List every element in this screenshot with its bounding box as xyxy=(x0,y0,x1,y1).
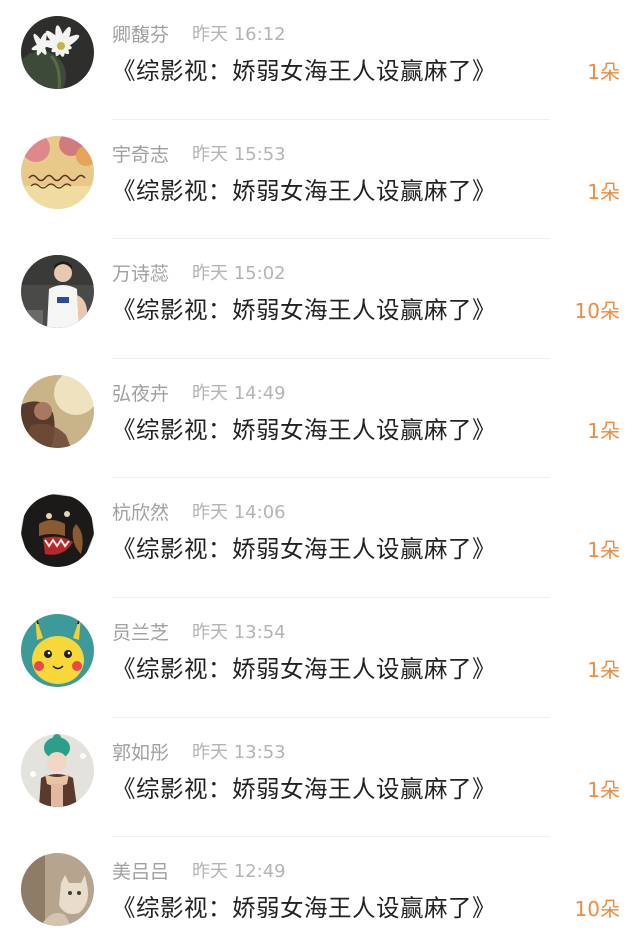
flower-count: 1朵 xyxy=(587,418,620,443)
handwriting-flowers-avatar[interactable] xyxy=(21,135,94,209)
book-title[interactable]: 《综影视：娇弱女海王人设赢麻了》 xyxy=(112,55,496,87)
timestamp: 昨天 14:49 xyxy=(192,382,286,404)
list-item[interactable]: 杭欣然 昨天 14:06 《综影视：娇弱女海王人设赢麻了》 1朵 xyxy=(0,478,640,598)
list-item[interactable]: 郭如彤 昨天 13:53 《综影视：娇弱女海王人设赢麻了》 1朵 xyxy=(0,718,640,838)
flower-count: 10朵 xyxy=(574,299,620,324)
user-name[interactable]: 弘夜卉 xyxy=(112,382,169,406)
book-title[interactable]: 《综影视：娇弱女海王人设赢麻了》 xyxy=(112,175,496,207)
timestamp: 昨天 13:53 xyxy=(192,741,286,763)
sepia-girl-avatar[interactable] xyxy=(21,374,94,448)
flower-count: 1朵 xyxy=(587,179,620,204)
list-item[interactable]: 弘夜卉 昨天 14:49 《综影视：娇弱女海王人设赢麻了》 1朵 xyxy=(0,359,640,479)
daisy-flower-avatar[interactable] xyxy=(21,16,94,89)
user-name[interactable]: 员兰芝 xyxy=(112,621,169,645)
timestamp: 昨天 12:49 xyxy=(192,861,286,883)
user-name[interactable]: 万诗蕊 xyxy=(112,262,169,286)
gift-list: 卿馥芬 昨天 16:12 《综影视：娇弱女海王人设赢麻了》 1朵 宇奇志 昨天 … xyxy=(0,0,640,951)
book-title[interactable]: 《综影视：娇弱女海王人设赢麻了》 xyxy=(112,773,496,805)
list-item[interactable]: 万诗蕊 昨天 15:02 《综影视：娇弱女海王人设赢麻了》 10朵 xyxy=(0,239,640,359)
user-name[interactable]: 郭如彤 xyxy=(112,741,169,765)
flower-count: 1朵 xyxy=(587,538,620,563)
basketball-boy-avatar[interactable] xyxy=(21,255,94,329)
book-title[interactable]: 《综影视：娇弱女海王人设赢麻了》 xyxy=(112,294,496,326)
user-name[interactable]: 宇奇志 xyxy=(112,143,169,167)
timestamp: 昨天 15:02 xyxy=(192,263,286,285)
winter-girl-avatar[interactable] xyxy=(21,733,94,807)
flower-count: 1朵 xyxy=(587,657,620,682)
user-name[interactable]: 杭欣然 xyxy=(112,501,169,525)
list-item[interactable]: 卿馥芬 昨天 16:12 《综影视：娇弱女海王人设赢麻了》 1朵 xyxy=(0,0,640,120)
timestamp: 昨天 13:54 xyxy=(192,621,286,643)
book-title[interactable]: 《综影视：娇弱女海王人设赢麻了》 xyxy=(112,653,496,685)
list-item[interactable]: 宇奇志 昨天 15:53 《综影视：娇弱女海王人设赢麻了》 1朵 xyxy=(0,120,640,240)
beige-toy-avatar[interactable] xyxy=(21,853,94,927)
flower-count: 1朵 xyxy=(587,777,620,802)
flower-count: 10朵 xyxy=(574,897,620,922)
timestamp: 昨天 14:06 xyxy=(192,502,286,524)
flower-count: 1朵 xyxy=(587,60,620,84)
timestamp: 昨天 15:53 xyxy=(192,143,286,165)
barking-dog-avatar[interactable] xyxy=(21,494,94,568)
list-item[interactable]: 美吕吕 昨天 12:49 《综影视：娇弱女海王人设赢麻了》 10朵 xyxy=(0,837,640,951)
book-title[interactable]: 《综影视：娇弱女海王人设赢麻了》 xyxy=(112,892,496,924)
user-name[interactable]: 美吕吕 xyxy=(112,860,169,884)
user-name[interactable]: 卿馥芬 xyxy=(112,23,169,47)
book-title[interactable]: 《综影视：娇弱女海王人设赢麻了》 xyxy=(112,533,496,565)
pikachu-avatar[interactable] xyxy=(21,613,94,687)
book-title[interactable]: 《综影视：娇弱女海王人设赢麻了》 xyxy=(112,414,496,446)
timestamp: 昨天 16:12 xyxy=(192,24,286,45)
list-item[interactable]: 员兰芝 昨天 13:54 《综影视：娇弱女海王人设赢麻了》 1朵 xyxy=(0,598,640,718)
